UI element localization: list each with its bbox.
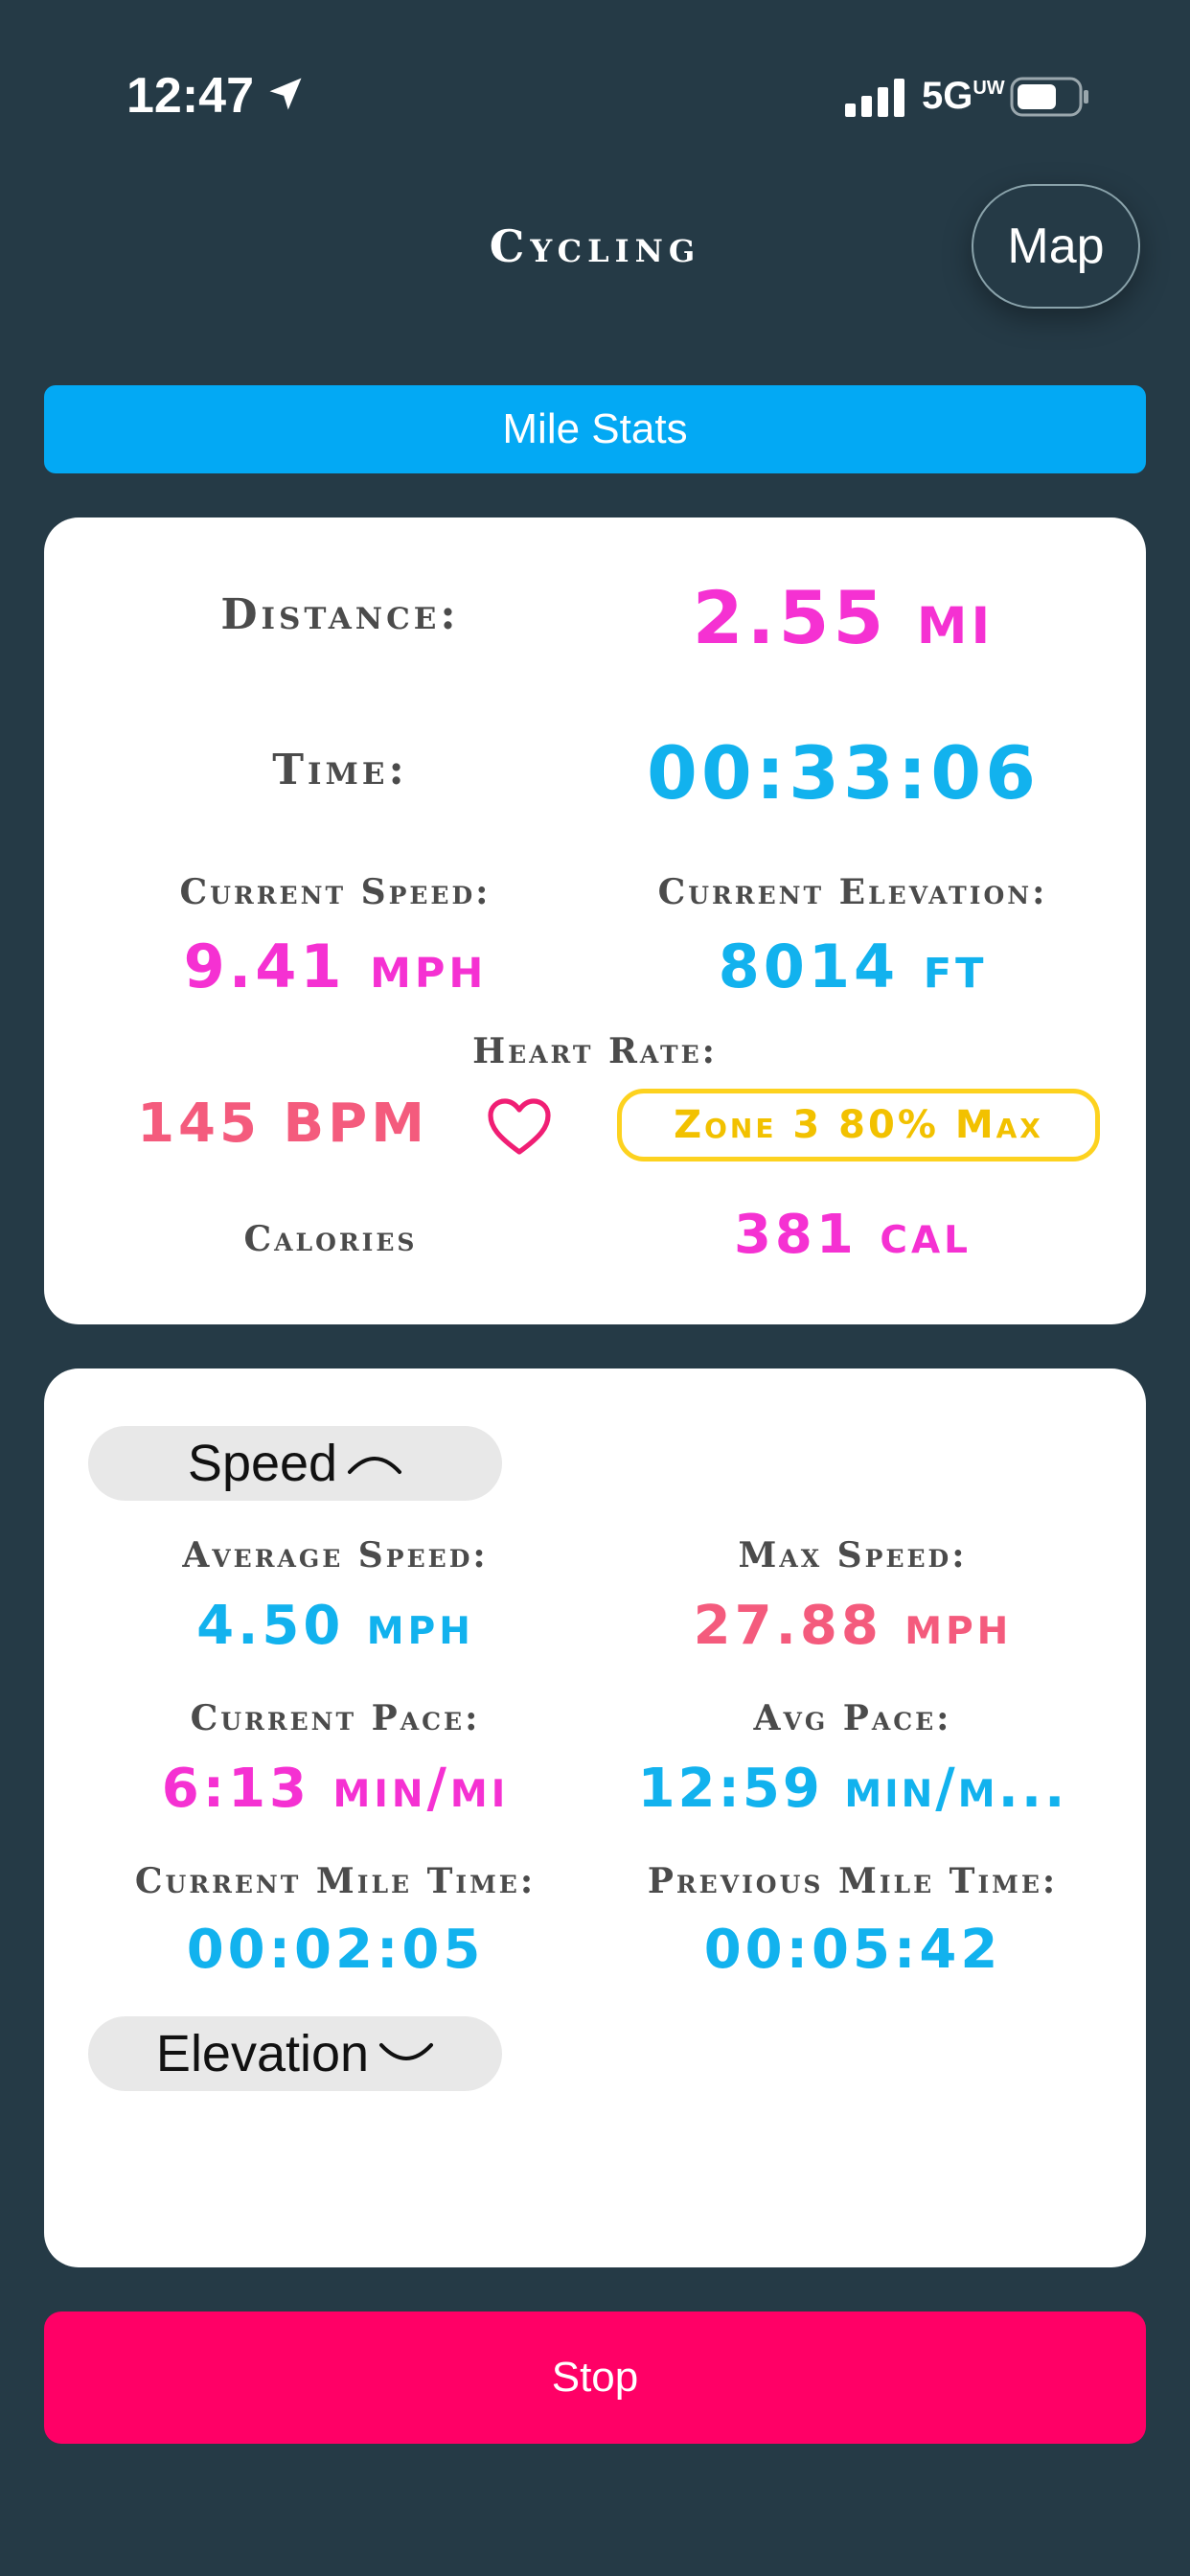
battery-icon <box>1010 77 1088 117</box>
current-speed-label: Current Speed: <box>179 872 492 912</box>
heart-icon <box>488 1098 551 1155</box>
mile-stats-tab[interactable]: Mile Stats <box>44 385 1146 473</box>
heart-rate-label: Heart Rate: <box>472 1031 718 1071</box>
speed-toggle[interactable]: Speed <box>88 1426 502 1501</box>
avg-pace-value: 12:59 min/m... <box>637 1758 1068 1820</box>
heart-rate-value: 145 BPM <box>137 1092 428 1155</box>
chevron-up-icon <box>348 1457 402 1474</box>
signal-bars-icon <box>845 79 904 117</box>
elevation-toggle[interactable]: Elevation <box>88 2016 502 2091</box>
current-mile-time-value: 00:02:05 <box>186 1919 485 1981</box>
time-label: Time: <box>272 746 408 794</box>
average-speed-label: Average Speed: <box>182 1535 489 1576</box>
current-speed-value: 9.41 mph <box>183 932 488 1001</box>
max-speed-label: Max Speed: <box>738 1535 968 1576</box>
max-speed-value: 27.88 mph <box>693 1595 1013 1657</box>
distance-label: Distance: <box>220 590 460 639</box>
current-mile-time-label: Current Mile Time: <box>134 1861 537 1901</box>
distance-value: 2.55 mi <box>692 575 995 660</box>
avg-pace-label: Avg Pace: <box>753 1698 952 1738</box>
map-button[interactable]: Map <box>972 184 1140 309</box>
current-pace-label: Current Pace: <box>190 1698 481 1738</box>
calories-label: Calories <box>243 1219 418 1259</box>
location-arrow-icon <box>269 78 302 110</box>
network-indicator: 5GUW <box>922 75 1005 117</box>
chevron-down-icon <box>379 2043 434 2060</box>
time-value: 00:33:06 <box>646 730 1041 816</box>
stop-button[interactable]: Stop <box>44 2312 1146 2444</box>
current-pace-value: 6:13 min/mi <box>161 1758 510 1820</box>
previous-mile-time-label: Previous Mile Time: <box>647 1861 1059 1901</box>
heart-zone-badge: Zone 3 80% Max <box>617 1089 1100 1162</box>
current-elevation-label: Current Elevation: <box>657 872 1048 912</box>
previous-mile-time-value: 00:05:42 <box>703 1919 1002 1981</box>
speed-toggle-label: Speed <box>187 1435 338 1492</box>
status-time: 12:47 <box>126 68 254 124</box>
calories-value: 381 cal <box>733 1204 973 1266</box>
current-elevation-value: 8014 ft <box>718 932 988 1001</box>
elevation-toggle-label: Elevation <box>155 2025 370 2082</box>
average-speed-value: 4.50 mph <box>196 1595 474 1657</box>
